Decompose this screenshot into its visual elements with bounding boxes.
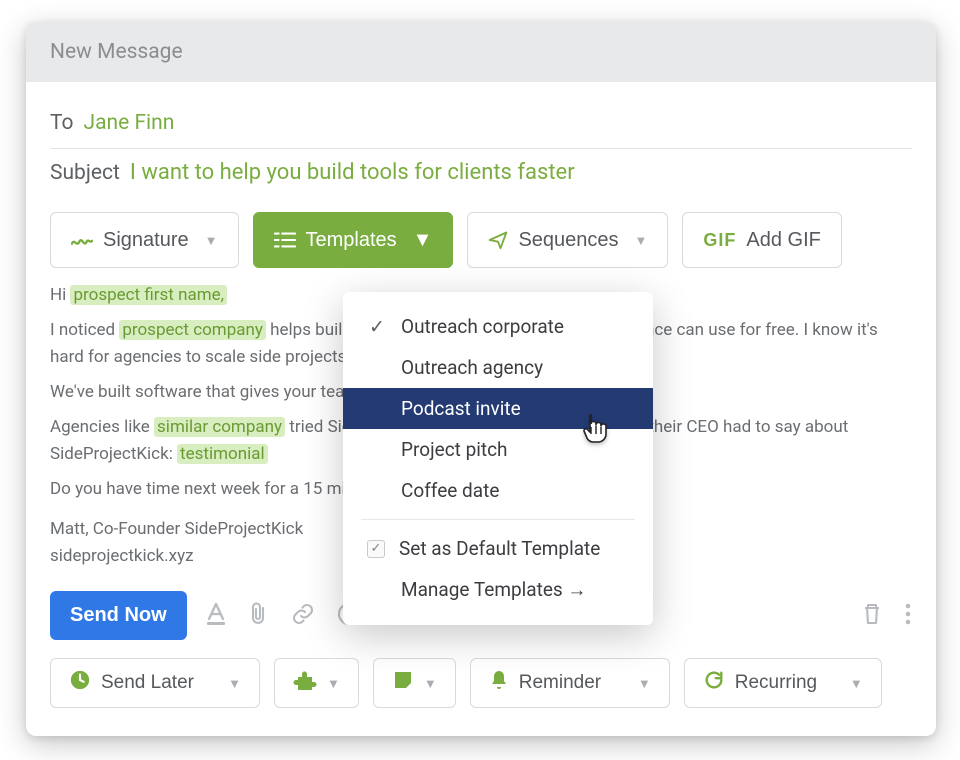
template-item-outreach-corporate[interactable]: ✓ Outreach corporate xyxy=(343,306,653,347)
check-icon: ✓ xyxy=(367,315,387,338)
toolbar: Signature ▼ Templates ▼ Sequences ▼ GIF … xyxy=(50,212,912,268)
window-title-text: New Message xyxy=(50,40,183,64)
to-value: Jane Finn xyxy=(84,111,175,135)
trash-icon[interactable] xyxy=(862,602,882,630)
signature-button[interactable]: Signature ▼ xyxy=(50,212,239,268)
template-item-podcast-invite[interactable]: Podcast invite xyxy=(343,388,653,429)
templates-label: Templates xyxy=(306,229,397,252)
compose-window: New Message To Jane Finn Subject I want … xyxy=(26,22,936,736)
sticky-note-icon xyxy=(392,669,414,697)
subject-field[interactable]: Subject I want to help you build tools f… xyxy=(50,151,912,194)
bottom-row: Send Later ▼ ▼ ▼ Reminder xyxy=(50,658,912,708)
signature-icon xyxy=(71,230,93,250)
signature-line1: Matt, Co-Founder SideProjectKick xyxy=(50,519,303,539)
signature-label: Signature xyxy=(103,229,189,252)
to-field[interactable]: To Jane Finn xyxy=(50,102,912,144)
notes-button[interactable]: ▼ xyxy=(373,658,456,708)
chevron-down-icon: ▼ xyxy=(635,233,648,248)
sequences-label: Sequences xyxy=(518,229,618,252)
link-icon[interactable] xyxy=(291,602,315,630)
templates-button[interactable]: Templates ▼ xyxy=(253,212,454,268)
chevron-down-icon: ▼ xyxy=(424,676,437,691)
chevron-down-icon: ▼ xyxy=(205,233,218,248)
merge-var-testimonial[interactable]: testimonial xyxy=(177,444,268,464)
merge-var-similar-company[interactable]: similar company xyxy=(154,417,285,437)
add-gif-label: Add GIF xyxy=(746,229,820,252)
chevron-down-icon: ▼ xyxy=(413,229,433,252)
chevron-down-icon: ▼ xyxy=(850,676,863,691)
sequences-button[interactable]: Sequences ▼ xyxy=(467,212,668,268)
subject-value: I want to help you build tools for clien… xyxy=(130,160,575,185)
chevron-down-icon: ▼ xyxy=(327,676,340,691)
clock-icon xyxy=(69,669,91,697)
more-icon[interactable] xyxy=(904,602,912,630)
templates-icon xyxy=(274,230,296,250)
template-item-coffee-date[interactable]: Coffee date xyxy=(343,470,653,511)
chevron-down-icon: ▼ xyxy=(228,676,241,691)
text-color-icon[interactable] xyxy=(205,602,227,630)
chevron-down-icon: ▼ xyxy=(638,676,651,691)
set-default-template[interactable]: ✓ Set as Default Template xyxy=(343,528,653,569)
templates-dropdown: ✓ Outreach corporate Outreach agency Pod… xyxy=(343,292,653,625)
send-later-button[interactable]: Send Later ▼ xyxy=(50,658,260,708)
add-gif-button[interactable]: GIF Add GIF xyxy=(682,212,841,268)
signature-line2: sideprojectkick.xyz xyxy=(50,546,194,566)
recurring-button[interactable]: Recurring ▼ xyxy=(684,658,882,708)
gif-icon: GIF xyxy=(703,230,736,251)
refresh-icon xyxy=(703,669,725,697)
dropdown-divider xyxy=(361,519,635,520)
template-item-project-pitch[interactable]: Project pitch xyxy=(343,429,653,470)
manage-templates[interactable]: Manage Templates → xyxy=(343,569,653,611)
extensions-button[interactable]: ▼ xyxy=(274,658,359,708)
puzzle-icon xyxy=(293,669,317,697)
paper-plane-icon xyxy=(488,230,508,250)
reminder-button[interactable]: Reminder ▼ xyxy=(470,658,670,708)
divider xyxy=(50,148,912,149)
bell-icon xyxy=(489,669,509,697)
merge-var-prospect-first-name[interactable]: prospect first name, xyxy=(70,285,227,305)
to-label: To xyxy=(50,111,74,135)
send-now-button[interactable]: Send Now xyxy=(50,591,187,640)
merge-var-prospect-company[interactable]: prospect company xyxy=(119,320,266,340)
window-title: New Message xyxy=(26,22,936,82)
template-item-outreach-agency[interactable]: Outreach agency xyxy=(343,347,653,388)
subject-label: Subject xyxy=(50,161,120,185)
checkbox-icon[interactable]: ✓ xyxy=(367,540,385,558)
attachment-icon[interactable] xyxy=(249,602,269,630)
